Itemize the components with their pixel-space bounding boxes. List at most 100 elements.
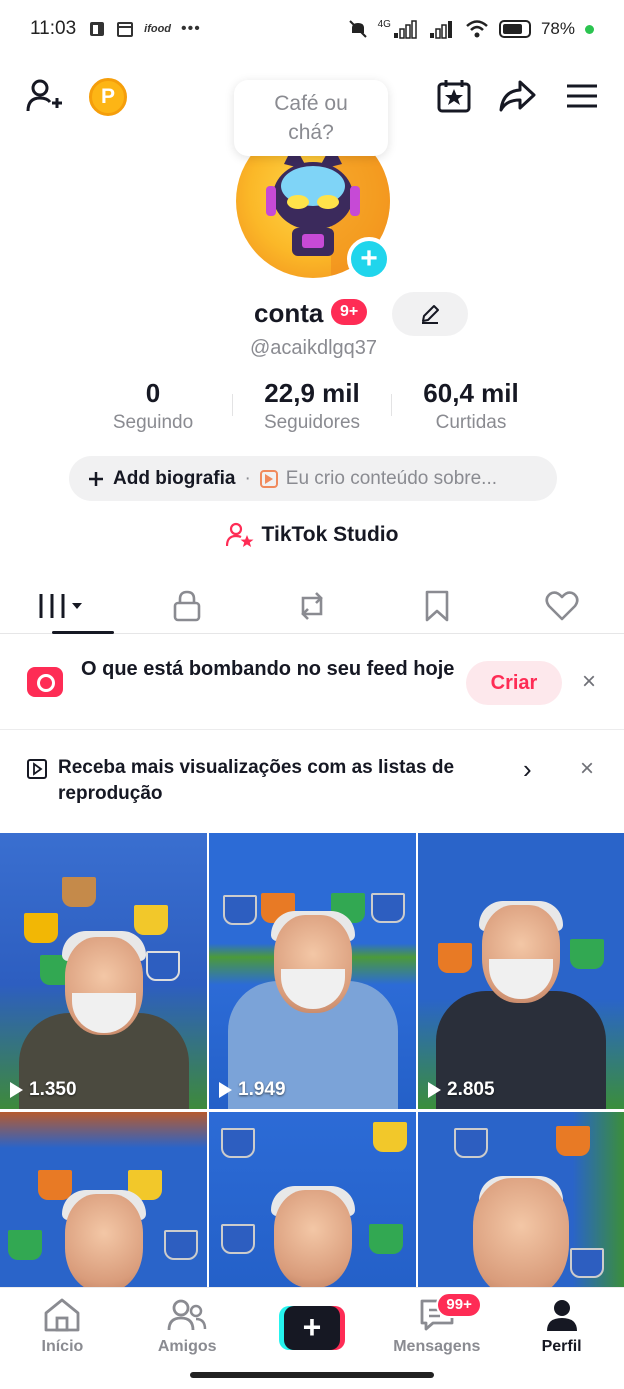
- bookmark-icon: [425, 590, 449, 621]
- calendar-icon: [117, 22, 134, 37]
- tab-liked[interactable]: [499, 578, 624, 633]
- trending-feed-banner: O que está bombando no seu feed hoje Cri…: [0, 636, 624, 728]
- trending-feed-text: O que está bombando no seu feed hoje: [81, 658, 455, 680]
- share-profile-button[interactable]: [495, 72, 539, 120]
- stat-followers-label: Seguidores: [263, 412, 361, 433]
- repost-icon: [301, 591, 323, 620]
- status-left-icons: ifood •••: [88, 20, 201, 38]
- profile-name: conta: [254, 298, 324, 328]
- coins-button[interactable]: P: [89, 78, 127, 116]
- bubble-line-1: Café ou: [274, 92, 348, 115]
- video-play-icon: [259, 469, 278, 488]
- status-right-icons: 4G 78%: [348, 19, 594, 39]
- profile-stats: 0 Seguindo 22,9 mil Seguidores 60,4 mil …: [74, 378, 550, 438]
- more-icon: •••: [181, 20, 201, 37]
- profile-tabs: [0, 578, 624, 634]
- home-icon: [44, 1298, 80, 1332]
- plus-icon: [89, 471, 103, 486]
- nav-profile-label: Perfil: [541, 1338, 582, 1355]
- battery-icon: [498, 20, 531, 38]
- tiktok-studio-link[interactable]: TikTok Studio: [0, 522, 624, 548]
- status-bar: 11:03 ifood ••• 4G 78%: [0, 0, 624, 58]
- nav-home-label: Início: [41, 1338, 84, 1355]
- create-video-button[interactable]: +: [278, 1306, 345, 1350]
- friends-icon: [167, 1299, 207, 1331]
- bio-separator: ·: [244, 467, 251, 489]
- view-count: 2.805: [428, 1079, 495, 1101]
- video-thumbnail[interactable]: 1.949: [209, 833, 416, 1109]
- plus-icon: +: [360, 242, 378, 275]
- signal-icon: [393, 20, 417, 39]
- calendar-star-icon: [437, 80, 471, 113]
- playlist-banner-text: Receba mais visualizações com as listas …: [58, 757, 455, 804]
- nav-messages-label: Mensagens: [393, 1338, 481, 1355]
- add-friend-button[interactable]: [22, 72, 66, 120]
- add-bio-label: Add biografia: [113, 467, 236, 489]
- profile-icon: [546, 1300, 577, 1331]
- plus-icon: +: [283, 1306, 340, 1350]
- video-thumbnail[interactable]: 2.805: [418, 833, 624, 1109]
- tab-videos[interactable]: [0, 578, 125, 634]
- add-bio-button[interactable]: Add biografia · Eu crio conteúdo sobre..…: [69, 456, 557, 501]
- bubble-line-2: chá?: [288, 121, 334, 144]
- play-icon: [219, 1082, 232, 1098]
- edit-profile-button[interactable]: [392, 292, 468, 336]
- stat-likes[interactable]: 60,4 mil Curtidas: [392, 378, 550, 438]
- wifi-icon: [466, 20, 488, 38]
- view-count: 1.949: [219, 1079, 286, 1101]
- add-avatar-button[interactable]: +: [347, 237, 391, 281]
- view-count: 1.350: [10, 1079, 77, 1101]
- close-icon[interactable]: ×: [582, 668, 596, 696]
- battery-level: 78%: [540, 19, 575, 38]
- add-person-icon: [26, 79, 62, 112]
- stat-likes-label: Curtidas: [435, 412, 507, 433]
- calendar-button[interactable]: [432, 72, 476, 120]
- camera-icon: [27, 667, 63, 697]
- video-thumbnail[interactable]: [209, 1112, 416, 1292]
- lock-icon: [173, 590, 201, 621]
- heart-icon: [545, 590, 579, 620]
- notification-icon: [90, 22, 105, 36]
- home-indicator[interactable]: [190, 1372, 434, 1378]
- nav-home[interactable]: Início: [0, 1288, 125, 1389]
- status-time: 11:03: [30, 18, 77, 39]
- tab-reposts[interactable]: [250, 578, 375, 633]
- tab-saved[interactable]: [374, 578, 499, 633]
- stat-likes-value: 60,4 mil: [423, 378, 519, 408]
- video-grid: 1.350 1.949 2.805: [0, 833, 624, 1293]
- studio-label: TikTok Studio: [261, 523, 399, 546]
- nav-profile[interactable]: Perfil: [499, 1288, 624, 1389]
- nav-friends-label: Amigos: [157, 1338, 217, 1355]
- mute-icon: [348, 20, 367, 38]
- tab-private[interactable]: [125, 578, 250, 633]
- profile-name-row: conta 9+: [0, 292, 624, 338]
- play-icon: [428, 1082, 441, 1098]
- stat-following-value: 0: [145, 378, 161, 408]
- play-icon: [10, 1082, 23, 1098]
- playlist-banner[interactable]: Receba mais visualizações com as listas …: [0, 730, 624, 832]
- person-star-icon: [225, 522, 254, 547]
- profile-handle: @acaikdlgq37: [249, 337, 378, 359]
- chevron-right-icon[interactable]: ›: [523, 754, 532, 785]
- stat-following-label: Seguindo: [112, 412, 194, 433]
- create-button[interactable]: Criar: [466, 661, 562, 705]
- stat-following[interactable]: 0 Seguindo: [74, 378, 232, 438]
- menu-icon: [567, 84, 597, 108]
- video-thumbnail[interactable]: [0, 1112, 207, 1292]
- stat-followers-value: 22,9 mil: [264, 378, 360, 408]
- status-bubble[interactable]: Café ou chá?: [234, 80, 388, 156]
- pencil-icon: [422, 305, 439, 324]
- videos-grid-icon: [39, 593, 83, 618]
- menu-button[interactable]: [560, 72, 604, 120]
- bio-hint: Eu crio conteúdo sobre...: [285, 467, 498, 489]
- share-icon: [499, 80, 536, 112]
- video-thumbnail[interactable]: [418, 1112, 624, 1292]
- name-badge[interactable]: 9+: [331, 299, 368, 325]
- stat-followers[interactable]: 22,9 mil Seguidores: [233, 378, 391, 438]
- ifood-icon: ifood: [144, 23, 172, 35]
- playlist-icon: [27, 759, 47, 779]
- messages-badge: 99+: [436, 1292, 482, 1318]
- privacy-dot: [585, 24, 594, 34]
- video-thumbnail[interactable]: 1.350: [0, 833, 207, 1109]
- close-icon[interactable]: ×: [580, 755, 594, 783]
